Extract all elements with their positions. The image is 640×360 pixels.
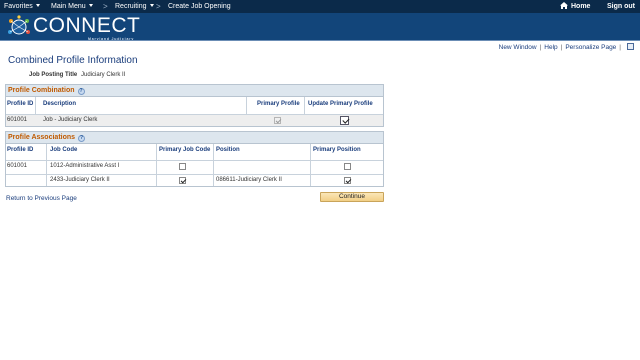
recruiting-label: Recruiting bbox=[115, 3, 147, 10]
sign-out-link[interactable]: Sign out bbox=[607, 0, 635, 13]
link-separator: | bbox=[619, 44, 621, 51]
help-icon[interactable]: ? bbox=[77, 88, 85, 95]
profile-id-cell: 601001 bbox=[7, 163, 28, 169]
return-to-previous-page-link[interactable]: Return to Previous Page bbox=[6, 195, 77, 202]
help-icon[interactable]: ? bbox=[78, 135, 86, 142]
breadcrumb-separator: > bbox=[156, 2, 161, 11]
primary-position-checkbox[interactable] bbox=[344, 163, 351, 170]
chevron-down-icon bbox=[35, 4, 40, 7]
profile-id-cell: 601001 bbox=[7, 117, 28, 123]
position-cell: 086611-Judiciary Clerk II bbox=[216, 177, 282, 183]
profile-associations-title: Profile Associations bbox=[8, 134, 76, 141]
page-options-icon[interactable] bbox=[627, 43, 634, 50]
column-header-primary-job-code: Primary Job Code bbox=[159, 147, 211, 153]
job-posting-title-value: Judiciary Clerk II bbox=[81, 72, 126, 78]
column-header-position: Position bbox=[216, 147, 240, 153]
banner: CONNECT Maryland Judiciary bbox=[0, 13, 640, 41]
column-header-primary-position: Primary Position bbox=[313, 147, 361, 153]
main-menu-label: Main Menu bbox=[51, 3, 86, 10]
breadcrumb-separator: > bbox=[103, 2, 108, 11]
profile-combination-grid: Profile Combination? Profile ID Descript… bbox=[5, 84, 384, 127]
main-menu[interactable]: Main Menu bbox=[51, 0, 93, 13]
page-links: New Window | Help | Personalize Page | bbox=[499, 43, 634, 51]
home-icon bbox=[560, 2, 568, 9]
page-title: Combined Profile Information bbox=[8, 55, 138, 66]
home-link[interactable]: Home bbox=[560, 0, 590, 13]
help-link[interactable]: Help bbox=[544, 44, 557, 51]
column-header-profile-id: Profile ID bbox=[7, 147, 34, 153]
favorites-label: Favorites bbox=[4, 3, 33, 10]
column-header-primary-profile: Primary Profile bbox=[257, 101, 300, 107]
favorites-menu[interactable]: Favorites bbox=[4, 0, 40, 13]
row-divider bbox=[6, 160, 383, 161]
new-window-link[interactable]: New Window bbox=[499, 44, 537, 51]
job-posting-title-label: Job Posting Title bbox=[29, 72, 78, 78]
profile-associations-header: Profile Associations? bbox=[6, 132, 383, 144]
personalize-page-link[interactable]: Personalize Page bbox=[565, 44, 616, 51]
primary-position-checkbox[interactable] bbox=[344, 177, 351, 184]
job-code-cell: 2433-Judiciary Clerk II bbox=[50, 177, 110, 183]
link-separator: | bbox=[539, 44, 542, 51]
continue-button[interactable]: Continue bbox=[320, 192, 384, 202]
chevron-down-icon bbox=[88, 4, 93, 7]
breadcrumb-create-job-opening[interactable]: Create Job Opening bbox=[168, 0, 231, 13]
column-header-job-code: Job Code bbox=[50, 147, 78, 153]
breadcrumb-recruiting[interactable]: Recruiting bbox=[115, 0, 154, 13]
chevron-down-icon bbox=[149, 4, 154, 7]
column-divider bbox=[310, 144, 311, 186]
connect-logo-icon bbox=[8, 15, 30, 35]
profile-associations-grid: Profile Associations? Profile ID Job Cod… bbox=[5, 131, 384, 187]
column-divider bbox=[213, 144, 214, 186]
column-header-description: Description bbox=[43, 101, 77, 107]
top-nav-bar: Favorites Main Menu > Recruiting > Creat… bbox=[0, 0, 640, 13]
row-divider bbox=[6, 174, 383, 175]
column-divider bbox=[46, 144, 47, 186]
column-divider bbox=[156, 144, 157, 186]
primary-profile-checkbox bbox=[274, 117, 281, 124]
update-primary-profile-checkbox[interactable] bbox=[340, 116, 349, 125]
primary-job-code-checkbox[interactable] bbox=[179, 177, 186, 184]
description-cell: Job - Judiciary Clerk bbox=[43, 117, 98, 123]
logo-text: CONNECT bbox=[33, 14, 141, 37]
home-label: Home bbox=[571, 3, 591, 10]
column-header-profile-id: Profile ID bbox=[7, 101, 34, 107]
job-code-cell: 1012-Administrative Asst I bbox=[50, 163, 120, 169]
profile-combination-header: Profile Combination? bbox=[6, 85, 383, 97]
primary-job-code-checkbox[interactable] bbox=[179, 163, 186, 170]
link-separator: | bbox=[560, 44, 563, 51]
banner-divider bbox=[0, 40, 640, 41]
profile-combination-title: Profile Combination bbox=[8, 87, 75, 94]
column-header-update-primary-profile: Update Primary Profile bbox=[308, 101, 373, 107]
